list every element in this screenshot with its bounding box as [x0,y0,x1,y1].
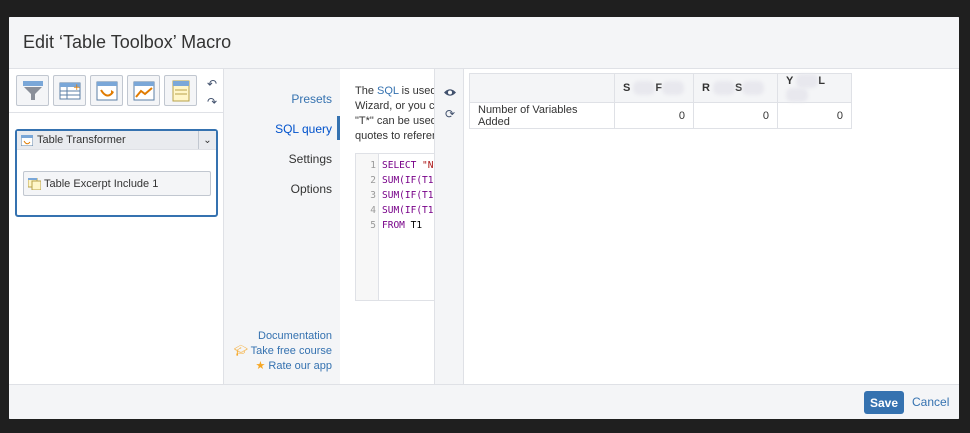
line-number: 2 [370,175,376,186]
redacted-text [796,74,819,88]
redacted-text [742,81,765,95]
help-links: Documentation 🎓︎ Take free course ★ Rate… [234,329,332,374]
header-text: R [702,81,710,94]
header-text: L [818,74,825,87]
table-header-cell: Y L [777,73,852,103]
transformer-label: Table Transformer [37,134,126,146]
documentation-link[interactable]: Documentation [234,329,332,344]
transform-table-icon [96,81,117,100]
take-course-link[interactable]: 🎓︎ Take free course [234,344,332,359]
sql-query-panel: The SQL is used t Wizard, or you ca "T*"… [340,69,434,384]
sql-link[interactable]: SQL [377,85,399,97]
save-button[interactable]: Save [864,391,904,414]
preview-pane: S F R S Y L Number of Variables Added 0 … [464,69,959,384]
code-line: 5 FROM T1 [356,218,422,233]
tools-panel: + ↶ ↷ Table Transformer ⌄ Table Excerpt … [9,69,224,384]
redo-icon[interactable]: ↷ [205,95,219,109]
macro-dialog: Edit ‘Table Toolbox’ Macro + ↶ ↷ Table T… [9,17,959,419]
code-identifier: T1 [410,220,423,231]
transformer-icon [21,135,33,146]
excerpt-label: Table Excerpt Include 1 [44,178,159,190]
redacted-text [786,88,808,102]
header-text: S [623,81,631,94]
add-column-button[interactable]: + [53,75,86,106]
code-keyword: SELECT [382,160,423,171]
redacted-text [713,81,736,95]
eye-icon[interactable] [443,85,457,99]
code-keyword: SUM(IF(T1 [382,190,434,201]
tab-presets[interactable]: Presets [291,92,332,106]
tab-settings[interactable]: Settings [289,152,332,166]
dialog-header: Edit ‘Table Toolbox’ Macro [9,17,959,69]
rate-app-label: Rate our app [268,360,332,372]
header-text: Y [786,74,794,87]
desc-text: is used t [401,85,434,97]
table-header-cell [469,73,615,103]
table-cell: 0 [777,102,852,129]
line-number: 3 [370,190,376,201]
code-keyword: FROM [382,220,411,231]
tab-sql-query[interactable]: SQL query [275,122,332,136]
transform-table-button[interactable] [90,75,123,106]
table-row: Number of Variables Added 0 0 0 [469,102,852,129]
dialog-footer: Save Cancel [9,384,959,419]
header-text: F [655,81,663,94]
sql-desc-line: "T*" can be used [355,115,434,127]
filter-table-button[interactable] [16,75,49,106]
filter-table-icon [22,80,43,100]
undo-icon[interactable]: ↶ [205,77,219,91]
line-number: 1 [370,160,376,171]
header-text: S [735,81,743,94]
tab-options[interactable]: Options [291,182,332,196]
sql-desc-line: quotes to referen [355,130,434,142]
sql-editor[interactable]: 1 SELECT "N 2 SUM(IF(T1 3 SUM(IF(T1 4 SUM(IF… [355,153,434,301]
code-line: 1 SELECT "N [356,158,434,173]
table-transformer-node[interactable]: Table Transformer ⌄ Table Excerpt Includ… [15,129,218,217]
chevron-down-icon[interactable]: ⌄ [198,131,216,149]
line-number: 5 [370,220,376,231]
svg-text:+: + [73,83,81,93]
graduation-cap-icon: 🎓︎ [233,345,248,357]
code-line: 2 SUM(IF(T1 [356,173,433,188]
table-cell: 0 [614,102,694,129]
code-keyword: SUM(IF(T1 [382,175,434,186]
table-cell: 0 [693,102,778,129]
star-icon: ★ [255,360,266,372]
sql-description: The SQL is used t Wizard, or you ca "T*"… [355,84,434,144]
table-header-cell: S F [614,73,694,103]
cancel-button[interactable]: Cancel [912,395,949,409]
table-excerpt-node[interactable]: Table Excerpt Include 1 [23,171,211,196]
table-header-row: S F R S Y L [469,73,852,103]
line-number: 4 [370,205,376,216]
transformer-header: Table Transformer ⌄ [17,131,216,150]
settings-nav: Presets SQL query Settings Options Docum… [224,69,340,384]
desc-text: The [355,85,378,97]
redacted-text [633,81,656,95]
toolbar: + ↶ ↷ [9,69,224,113]
take-course-label: Take free course [250,345,332,357]
preview-toolbar: ⟳ [434,69,464,384]
chart-button[interactable] [127,75,160,106]
dialog-title: Edit ‘Table Toolbox’ Macro [23,32,232,52]
code-keyword: SUM(IF(T1 [382,205,434,216]
excerpt-button[interactable] [164,75,197,106]
code-line: 4 SUM(IF(T1 [356,203,433,218]
chart-icon [133,81,154,100]
table-header-cell: R S [693,73,778,103]
row-label: Number of Variables Added [469,102,615,129]
add-column-icon: + [59,82,81,99]
code-string: "N [422,160,434,171]
preview-table: S F R S Y L Number of Variables Added 0 … [469,73,852,129]
rate-app-link[interactable]: ★ Rate our app [234,359,332,374]
code-line: 3 SUM(IF(T1 [356,188,433,203]
sql-desc-line: The SQL is used t [355,84,434,99]
sql-desc-line: Wizard, or you ca [355,100,434,112]
redacted-text [662,81,685,95]
excerpt-include-icon [28,178,41,190]
refresh-icon[interactable]: ⟳ [443,107,457,121]
excerpt-icon [172,80,189,101]
